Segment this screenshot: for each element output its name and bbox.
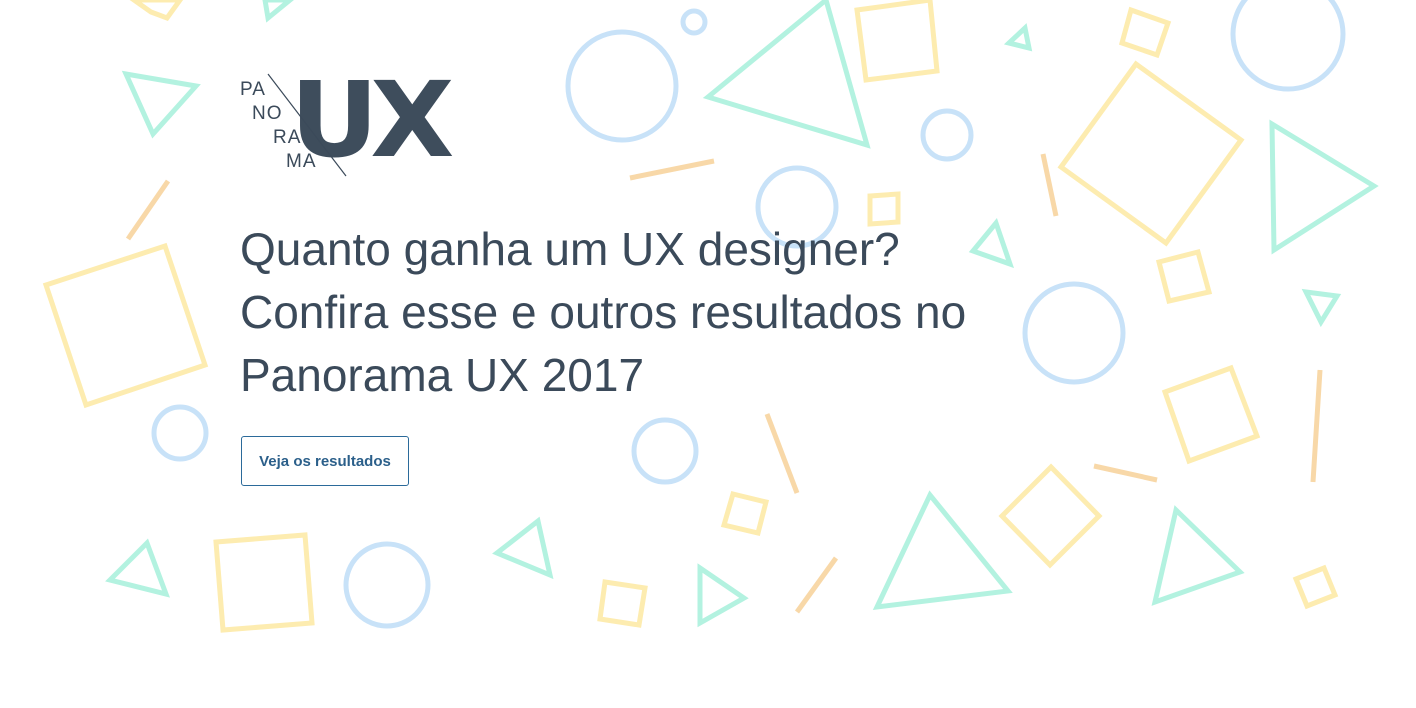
bg-circle — [680, 8, 708, 36]
headline-line-3: Panorama UX 2017 — [240, 349, 645, 401]
bg-triangle — [1301, 288, 1342, 328]
bg-circle — [343, 541, 431, 629]
bg-triangle — [1269, 119, 1379, 255]
bg-triangle — [1003, 23, 1033, 52]
headline-line-2: Confira esse e outros resultados no — [240, 286, 967, 338]
bg-circle — [1022, 281, 1126, 385]
bg-triangle — [697, 563, 749, 628]
bg-square — [597, 579, 648, 628]
page-headline: Quanto ganha um UX designer? Confira ess… — [240, 218, 1000, 407]
bg-square — [854, 0, 940, 83]
bg-circle — [151, 404, 209, 462]
bg-circle — [1230, 0, 1346, 92]
bg-line — [1040, 153, 1059, 217]
landing-page: PA NO RA MA UX Quanto ganha um UX design… — [0, 0, 1416, 708]
bg-line — [1310, 369, 1323, 483]
bg-square — [1057, 60, 1245, 247]
bg-line — [794, 556, 839, 614]
bg-line — [764, 413, 800, 494]
bg-square — [1292, 564, 1339, 610]
bg-triangle — [121, 70, 201, 139]
bg-circle — [920, 108, 974, 162]
bg-square — [720, 491, 770, 536]
panorama-ux-logo: PA NO RA MA UX — [238, 68, 454, 180]
bg-square — [998, 463, 1103, 569]
logo-slash-line — [267, 73, 347, 177]
bg-square — [1118, 6, 1172, 59]
bg-square — [213, 532, 315, 633]
see-results-button[interactable]: Veja os resultados — [241, 436, 409, 486]
bg-circle — [631, 417, 699, 485]
bg-square — [1161, 364, 1261, 465]
bg-triangle — [262, 0, 294, 23]
bg-square — [42, 242, 209, 409]
bg-triangle — [872, 490, 1013, 611]
bg-square — [1155, 248, 1213, 304]
bg-square — [129, 0, 184, 22]
bg-triangle — [1151, 505, 1245, 606]
headline-line-1: Quanto ganha um UX designer? — [240, 223, 900, 275]
bg-line — [629, 158, 715, 181]
bg-line — [1093, 463, 1158, 483]
bg-line — [125, 179, 171, 241]
bg-triangle — [492, 516, 554, 580]
bg-circle — [565, 29, 679, 143]
bg-triangle — [105, 538, 171, 598]
bg-triangle — [702, 0, 871, 149]
